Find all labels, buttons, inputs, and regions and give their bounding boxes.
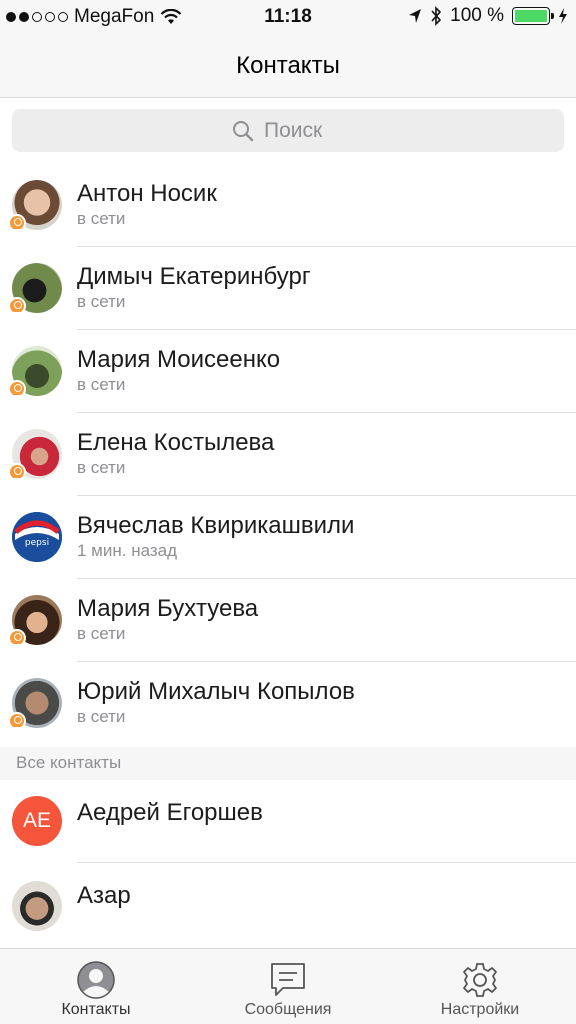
contact-row[interactable]: AE Аедрей Егоршев — [0, 780, 576, 863]
contact-name: Мария Бухтуева — [77, 595, 259, 622]
contact-status: в сети — [77, 209, 126, 228]
tab-bar: Контакты Сообщения Настройки — [0, 948, 576, 1024]
page-title: Контакты — [236, 52, 340, 79]
tab-label: Сообщения — [244, 1001, 332, 1018]
contact-row[interactable]: pepsi Вячеслав Квирикашвили 1 мин. назад — [0, 496, 576, 579]
contact-name: Аедрей Егоршев — [77, 799, 263, 826]
battery-fill — [515, 10, 547, 22]
gear-icon — [463, 963, 497, 997]
odnoklassniki-icon — [8, 629, 26, 647]
contact-row[interactable]: Елена Костылева в сети — [0, 413, 576, 496]
tab-messages[interactable]: Сообщения — [192, 949, 384, 1024]
section-title: Все контакты — [16, 753, 122, 772]
odnoklassniki-icon — [8, 463, 26, 481]
contact-row[interactable]: Димыч Екатеринбург в сети — [0, 247, 576, 330]
search-bar — [0, 98, 576, 164]
avatar-initials: AE — [12, 796, 62, 846]
contact-status: в сети — [77, 375, 126, 394]
status-right: 100 % — [408, 5, 568, 27]
charging-bolt-icon — [559, 8, 567, 24]
avatar — [12, 881, 62, 931]
battery-icon — [512, 7, 554, 25]
contact-row[interactable]: Антон Носик в сети — [0, 164, 576, 247]
status-bar: MegaFon 11:18 100 % — [0, 0, 576, 34]
contact-name: Азар — [77, 882, 131, 909]
tab-label: Настройки — [440, 1001, 520, 1018]
search-field[interactable] — [12, 109, 564, 152]
contact-name: Димыч Екатеринбург — [77, 263, 311, 290]
contact-row[interactable]: Азар — [0, 863, 576, 948]
initials-avatar: AE — [12, 796, 62, 846]
contact-name: Юрий Михалыч Копылов — [77, 678, 355, 705]
odnoklassniki-icon — [8, 712, 26, 730]
person-icon — [77, 961, 115, 999]
tab-contacts[interactable]: Контакты — [0, 949, 192, 1024]
contact-name: Вячеслав Квирикашвили — [77, 512, 355, 539]
search-icon — [233, 120, 254, 141]
tab-label: Контакты — [61, 1001, 131, 1018]
battery-percent: 100 % — [450, 5, 504, 26]
pepsi-logo-avatar: pepsi — [12, 512, 62, 562]
odnoklassniki-icon — [8, 297, 26, 315]
contact-status: в сети — [77, 624, 126, 643]
contact-row[interactable]: Юрий Михалыч Копылов в сети — [0, 662, 576, 745]
contact-name: Мария Моисеенко — [77, 346, 281, 373]
contact-status: в сети — [77, 707, 126, 726]
contact-row[interactable]: Мария Бухтуева в сети — [0, 579, 576, 662]
chat-icon — [271, 963, 305, 996]
tab-settings[interactable]: Настройки — [384, 949, 576, 1024]
pepsi-logo-icon: pepsi — [12, 512, 62, 562]
search-input[interactable] — [264, 118, 344, 143]
bluetooth-icon — [431, 6, 442, 26]
section-header-all-contacts: Все контакты — [0, 747, 576, 780]
location-arrow-icon — [409, 9, 422, 23]
contact-row[interactable]: Мария Моисеенко в сети — [0, 330, 576, 413]
odnoklassniki-icon — [8, 380, 26, 398]
navigation-bar: Контакты — [0, 34, 576, 98]
odnoklassniki-icon — [8, 214, 26, 232]
contact-status: в сети — [77, 458, 126, 477]
contact-name: Елена Костылева — [77, 429, 275, 456]
contact-status: 1 мин. назад — [77, 541, 178, 560]
svg-text:pepsi: pepsi — [25, 538, 49, 548]
contact-status: в сети — [77, 292, 126, 311]
contact-name: Антон Носик — [77, 180, 217, 207]
